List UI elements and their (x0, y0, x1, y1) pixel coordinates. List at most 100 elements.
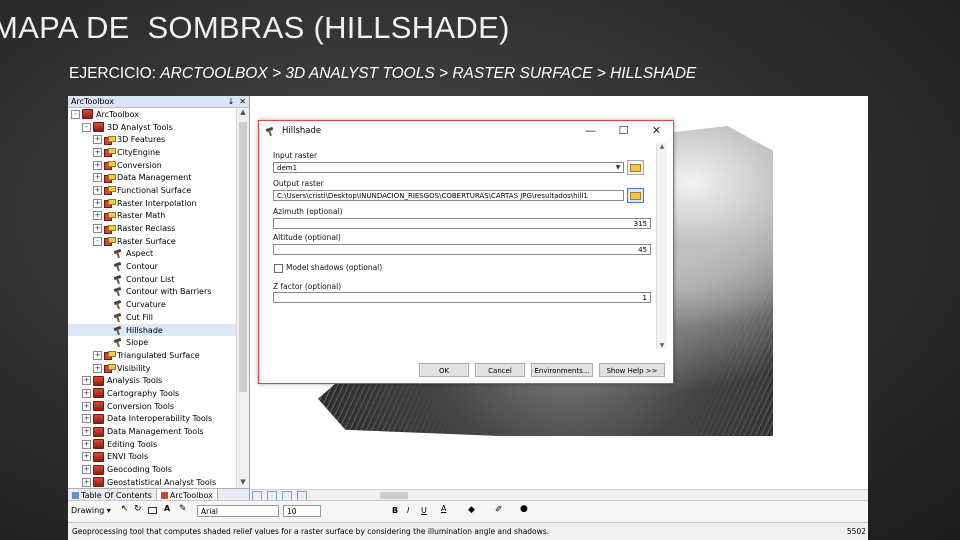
expand-icon[interactable]: + (93, 363, 102, 373)
tree-item[interactable]: Hillshade (68, 323, 236, 337)
tree-item[interactable]: Aspect (68, 248, 236, 261)
expand-icon[interactable]: + (93, 224, 102, 234)
font-size-select[interactable]: 10 (283, 505, 321, 517)
expand-icon[interactable]: + (82, 376, 91, 386)
environments-button[interactable]: Environments... (531, 363, 593, 377)
expand-icon[interactable]: + (82, 388, 91, 398)
tree-item[interactable]: - 3D Analyst Tools (68, 121, 236, 134)
expand-icon[interactable]: + (93, 147, 102, 157)
rectangle-icon[interactable] (148, 507, 157, 514)
expand-icon[interactable]: + (93, 135, 102, 145)
edit-vertices-icon[interactable]: ✎ (179, 504, 189, 514)
toolbox-vertical-scrollbar[interactable]: ▲ ▼ (236, 108, 249, 488)
marker-color-icon[interactable]: ● (520, 504, 530, 514)
tree-item[interactable]: +3D Features (68, 133, 236, 146)
browse-input-raster-button[interactable] (627, 160, 644, 175)
text-tool-icon[interactable]: A (164, 504, 174, 514)
tree-item[interactable]: + CityEngine (68, 146, 236, 159)
tree-item[interactable]: + Raster Math (68, 210, 236, 223)
rotate-icon[interactable]: ↻ (134, 504, 144, 514)
expand-icon[interactable]: + (93, 185, 102, 195)
altitude-input[interactable]: 45 (273, 244, 651, 255)
slide-subtitle: EJERCICIO: ARCTOOLBOX > 3D ANALYST TOOLS… (69, 65, 696, 83)
tree-item-label: Aspect (126, 249, 154, 259)
show-help-button[interactable]: Show Help >> (599, 363, 665, 377)
tree-item[interactable]: Cut Fill (68, 311, 236, 324)
tree-item[interactable]: + Editing Tools (68, 438, 236, 451)
expand-icon[interactable]: + (93, 198, 102, 208)
expand-icon[interactable]: + (82, 439, 91, 449)
browse-output-raster-button[interactable] (627, 188, 644, 203)
tree-item[interactable]: Contour (68, 260, 236, 273)
tree-item[interactable]: + Functional Surface (68, 184, 236, 197)
tree-item[interactable]: - ArcToolbox (68, 108, 236, 121)
tree-item[interactable]: + Data Management (68, 171, 236, 184)
tree-item[interactable]: Curvature (68, 298, 236, 311)
tree-item[interactable]: + Raster Interpolation (68, 197, 236, 210)
fill-color-icon[interactable]: ◆ (468, 505, 478, 515)
font-name-select[interactable]: Arial (197, 505, 279, 517)
scrollbar-thumb[interactable] (239, 122, 247, 392)
scroll-down-icon[interactable]: ▼ (657, 342, 667, 349)
input-raster-select[interactable]: dem1 ▼ (273, 162, 624, 173)
expand-icon[interactable]: + (82, 401, 91, 411)
tree-item[interactable]: + Data Management Tools (68, 425, 236, 438)
tree-item[interactable]: + Data Interoperability Tools (68, 413, 236, 426)
tree-item[interactable]: + Conversion Tools (68, 400, 236, 413)
scroll-up-icon[interactable]: ▲ (237, 108, 249, 118)
expand-icon[interactable]: + (82, 452, 91, 462)
tree-item[interactable]: Slope (68, 336, 236, 349)
expand-icon[interactable]: + (93, 211, 102, 221)
tree-item[interactable]: + Geocoding Tools (68, 463, 236, 476)
zfactor-input[interactable]: 1 (273, 292, 651, 303)
tree-item[interactable]: Contour with Barriers (68, 286, 236, 299)
ok-button[interactable]: OK (419, 363, 469, 377)
maximize-icon[interactable]: ☐ (607, 121, 640, 141)
minimize-icon[interactable]: — (574, 121, 607, 141)
font-color-icon[interactable]: A (441, 504, 451, 514)
model-shadows-checkbox[interactable] (274, 264, 283, 273)
collapse-icon[interactable]: - (82, 122, 91, 132)
tree-item[interactable]: + Visibility (68, 362, 236, 375)
tree-item[interactable]: + Raster Reclass (68, 222, 236, 235)
expand-icon[interactable]: + (93, 350, 102, 360)
expand-icon[interactable]: + (82, 477, 91, 487)
cancel-button[interactable]: Cancel (475, 363, 525, 377)
expand-icon[interactable]: + (93, 173, 102, 183)
expand-icon[interactable]: + (82, 427, 91, 437)
altitude-label: Altitude (optional) (273, 233, 341, 242)
close-pane-icon[interactable]: ✕ (239, 97, 246, 106)
dialog-vertical-scrollbar[interactable]: ▲ ▼ (656, 143, 667, 349)
bold-button[interactable]: B (392, 506, 398, 515)
tree-item[interactable]: - Raster Surface (68, 235, 236, 248)
scroll-down-icon[interactable]: ▼ (237, 478, 249, 488)
collapse-icon[interactable]: - (93, 236, 102, 246)
collapse-icon[interactable]: - (71, 109, 80, 119)
expand-icon[interactable]: + (93, 160, 102, 170)
tree-item[interactable]: + Geostatistical Analyst Tools (68, 476, 236, 488)
tree-item[interactable]: + Conversion (68, 159, 236, 172)
drawing-menu[interactable]: Drawing ▾ (71, 506, 111, 515)
chevron-down-icon[interactable]: ▼ (614, 164, 622, 172)
autohide-pin-icon[interactable]: ↓ (228, 97, 235, 106)
close-icon[interactable]: ✕ (640, 121, 673, 141)
select-elements-icon[interactable]: ↖ (121, 504, 131, 514)
azimuth-input[interactable]: 315 (273, 218, 651, 229)
dialog-body: Input raster dem1 ▼ Output raster C:\Use… (265, 143, 657, 349)
dialog-titlebar[interactable]: Hillshade — ☐ ✕ (259, 121, 673, 141)
toolbox-icon (93, 401, 104, 412)
tree-item[interactable]: + Cartography Tools (68, 387, 236, 400)
output-raster-input[interactable]: C:\Users\cristi\Desktop\INUNDACION_RIESG… (273, 190, 624, 201)
tree-item[interactable]: Contour List (68, 273, 236, 286)
expand-icon[interactable]: + (82, 414, 91, 424)
expand-icon[interactable]: + (82, 465, 91, 475)
tree-item[interactable]: + Analysis Tools (68, 374, 236, 387)
italic-button[interactable]: I (407, 506, 409, 515)
tree-item[interactable]: + ENVI Tools (68, 451, 236, 464)
subtitle-path: ARCTOOLBOX > 3D ANALYST TOOLS > RASTER S… (160, 65, 697, 82)
scrollbar-thumb[interactable] (380, 492, 408, 499)
line-color-icon[interactable]: ✐ (495, 505, 505, 515)
underline-button[interactable]: U (421, 506, 427, 515)
tree-item[interactable]: + Triangulated Surface (68, 349, 236, 362)
scroll-up-icon[interactable]: ▲ (657, 143, 667, 150)
